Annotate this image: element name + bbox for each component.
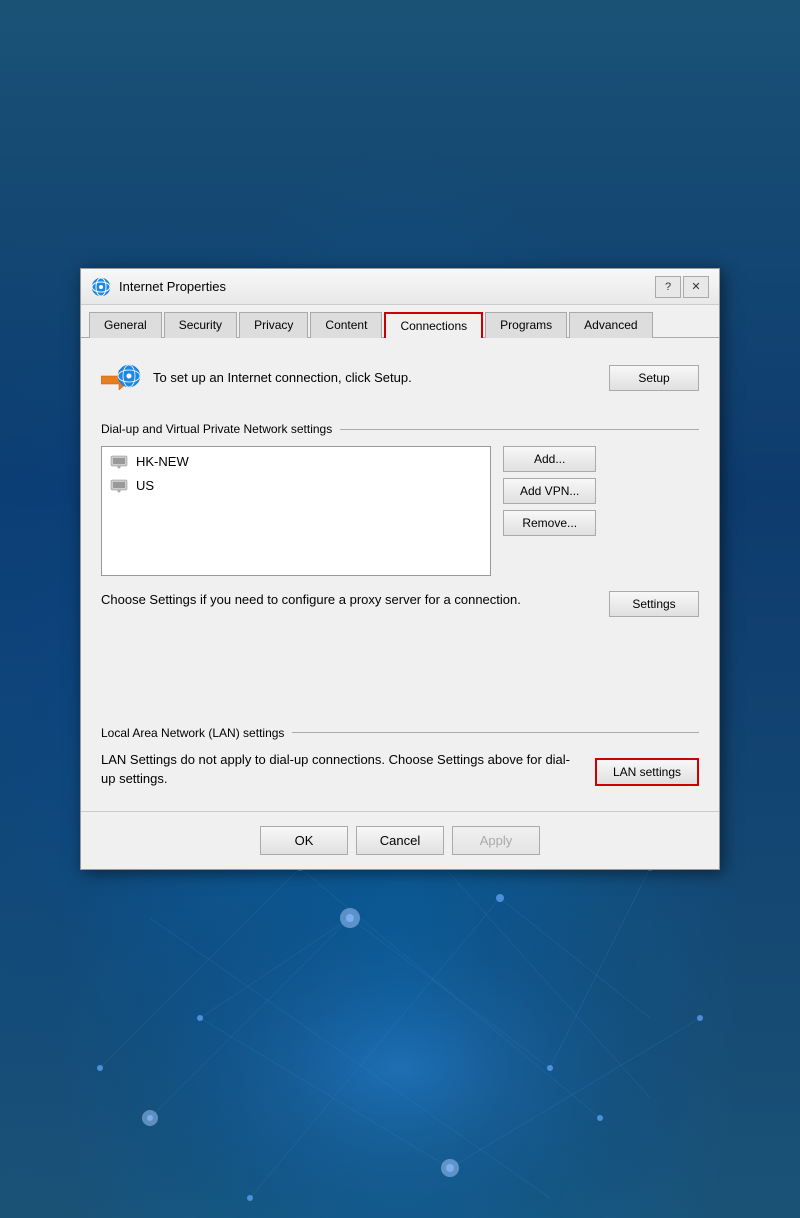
close-button[interactable]: ✕ [683,276,709,298]
title-bar-controls: ? ✕ [655,276,709,298]
add-button[interactable]: Add... [503,446,596,472]
lan-divider [292,732,699,733]
dialup-section-header: Dial-up and Virtual Private Network sett… [101,422,699,436]
network-icon-hk [110,452,128,470]
add-vpn-button[interactable]: Add VPN... [503,478,596,504]
list-item[interactable]: US [104,473,488,497]
tab-connections[interactable]: Connections [384,312,483,338]
tab-content[interactable]: Content [310,312,382,338]
connections-listbox[interactable]: HK-NEW US [101,446,491,576]
setup-icon [101,358,141,398]
vpn-buttons: Add... Add VPN... Remove... [503,446,596,576]
apply-button[interactable]: Apply [452,826,540,855]
dialup-label: Dial-up and Virtual Private Network sett… [101,422,340,436]
proxy-section: Choose Settings if you need to configure… [101,590,699,618]
connections-content: To set up an Internet connection, click … [81,338,719,811]
lan-section: Local Area Network (LAN) settings LAN Se… [101,726,699,795]
internet-properties-dialog: Internet Properties ? ✕ General Security… [80,268,720,870]
tab-general[interactable]: General [89,312,162,338]
tabs-bar: General Security Privacy Content Connect… [81,305,719,338]
tab-security[interactable]: Security [164,312,237,338]
vpn-section: HK-NEW US Add... Add [101,446,699,576]
network-icon-us [110,476,128,494]
proxy-row: Choose Settings if you need to configure… [101,590,699,618]
lan-description: LAN Settings do not apply to dial-up con… [101,750,595,789]
tab-advanced[interactable]: Advanced [569,312,652,338]
help-button[interactable]: ? [655,276,681,298]
bottom-bar: OK Cancel Apply [81,811,719,869]
tab-privacy[interactable]: Privacy [239,312,308,338]
dialup-section: Dial-up and Virtual Private Network sett… [101,422,699,618]
dialog-title: Internet Properties [119,279,655,294]
setup-description: To set up an Internet connection, click … [153,369,412,387]
spacer [101,626,699,706]
lan-label: Local Area Network (LAN) settings [101,726,292,740]
cancel-button[interactable]: Cancel [356,826,444,855]
tab-programs[interactable]: Programs [485,312,567,338]
title-bar: Internet Properties ? ✕ [81,269,719,305]
ok-button[interactable]: OK [260,826,348,855]
dialup-divider [340,429,699,430]
setup-button[interactable]: Setup [609,365,699,391]
settings-button[interactable]: Settings [609,591,699,617]
setup-left: To set up an Internet connection, click … [101,358,412,398]
lan-section-header: Local Area Network (LAN) settings [101,726,699,740]
proxy-text: Choose Settings if you need to configure… [101,590,521,610]
lan-settings-button[interactable]: LAN settings [595,758,699,786]
list-item[interactable]: HK-NEW [104,449,488,473]
ie-title-icon [91,277,111,297]
lan-row: LAN Settings do not apply to dial-up con… [101,750,699,795]
setup-section: To set up an Internet connection, click … [101,354,699,402]
remove-button[interactable]: Remove... [503,510,596,536]
